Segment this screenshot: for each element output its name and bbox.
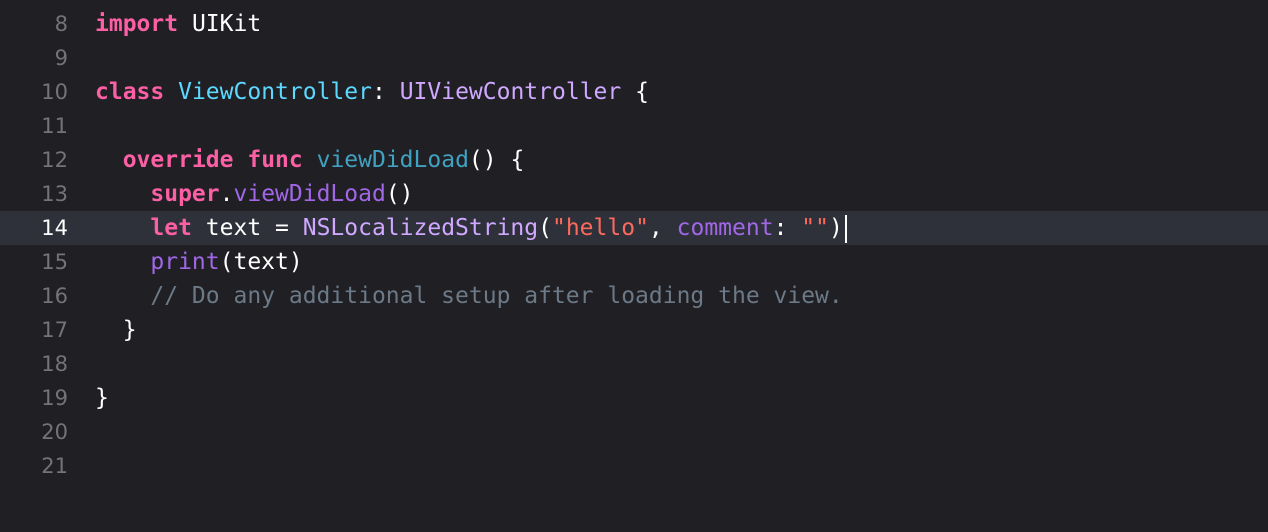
code-token: class (95, 79, 165, 105)
code-token: viewDidLoad (233, 181, 386, 207)
code-token: , (648, 215, 677, 241)
code-token: "hello" (551, 215, 649, 241)
code-text[interactable]: } (95, 381, 109, 415)
line-number: 13 (41, 182, 68, 206)
text-cursor (844, 214, 847, 243)
code-token: NSLocalizedString (302, 215, 539, 241)
code-text[interactable]: import UIKit (95, 7, 261, 41)
code-token: ) (828, 215, 843, 241)
code-token: "" (801, 215, 829, 241)
code-text[interactable]: super.viewDidLoad() (95, 177, 414, 211)
code-line[interactable]: 10 class ViewController: UIViewController… (0, 75, 1268, 109)
code-line[interactable]: 21 (0, 449, 1268, 483)
code-token: } (95, 385, 109, 411)
code-token: ViewController (178, 79, 372, 105)
code-token: : (773, 215, 802, 241)
line-number: 10 (41, 80, 68, 104)
code-line[interactable]: 16 // Do any additional setup after load… (0, 279, 1268, 313)
code-text[interactable]: // Do any additional setup after loading… (95, 279, 843, 313)
code-line[interactable]: 15 print(text) (0, 245, 1268, 279)
code-token: : (371, 79, 400, 105)
line-number: 17 (41, 318, 68, 342)
code-line[interactable]: 18 (0, 347, 1268, 381)
code-text[interactable]: } (95, 313, 137, 347)
code-line[interactable]: 14 let text = NSLocalizedString("hello",… (0, 211, 1268, 245)
line-number: 8 (54, 12, 68, 36)
line-number: 11 (41, 114, 68, 138)
code-token: () { (468, 147, 525, 173)
code-line[interactable]: 9 (0, 41, 1268, 75)
code-line[interactable]: 13 super.viewDidLoad() (0, 177, 1268, 211)
code-token: . (219, 181, 234, 207)
code-token: super (150, 181, 220, 207)
code-token: print (150, 249, 220, 275)
code-line[interactable]: 17 } (0, 313, 1268, 347)
line-number: 19 (41, 386, 68, 410)
code-token: viewDidLoad (316, 147, 469, 173)
code-token: () (385, 181, 414, 207)
code-line[interactable]: 8 import UIKit (0, 7, 1268, 41)
code-text[interactable]: class ViewController: UIViewController { (95, 75, 649, 109)
code-text[interactable]: print(text) (95, 245, 303, 279)
code-token: import (95, 11, 179, 37)
line-number: 9 (54, 46, 68, 70)
code-line[interactable]: 20 (0, 415, 1268, 449)
line-number: 12 (41, 148, 68, 172)
code-line[interactable]: 11 (0, 109, 1268, 143)
code-text[interactable]: override func viewDidLoad() { (95, 143, 525, 177)
code-editor[interactable]: 8 import UIKit 9 10 class ViewController: UI… (0, 7, 1268, 483)
line-number: 20 (41, 420, 68, 444)
code-token: } (95, 317, 137, 343)
code-line[interactable]: 12 override func viewDidLoad() { (0, 143, 1268, 177)
code-line[interactable]: 19} (0, 381, 1268, 415)
line-number: 18 (41, 352, 68, 376)
code-token: { (621, 79, 649, 105)
code-token: func (247, 147, 303, 173)
code-token: comment (676, 215, 774, 241)
code-token: // Do any additional setup after loading… (150, 283, 843, 309)
line-number: 15 (41, 250, 68, 274)
code-token: UIKit (178, 11, 262, 37)
code-token: let (150, 215, 192, 241)
code-token: ( (538, 215, 552, 241)
code-text[interactable]: let text = NSLocalizedString("hello", co… (95, 211, 847, 245)
code-token: override (122, 147, 234, 173)
line-number: 21 (41, 454, 68, 478)
line-number: 14 (41, 216, 68, 240)
code-token: (text) (219, 249, 303, 275)
line-number: 16 (41, 284, 68, 308)
code-token: text = (191, 215, 303, 241)
code-token: UIViewController (399, 79, 622, 105)
